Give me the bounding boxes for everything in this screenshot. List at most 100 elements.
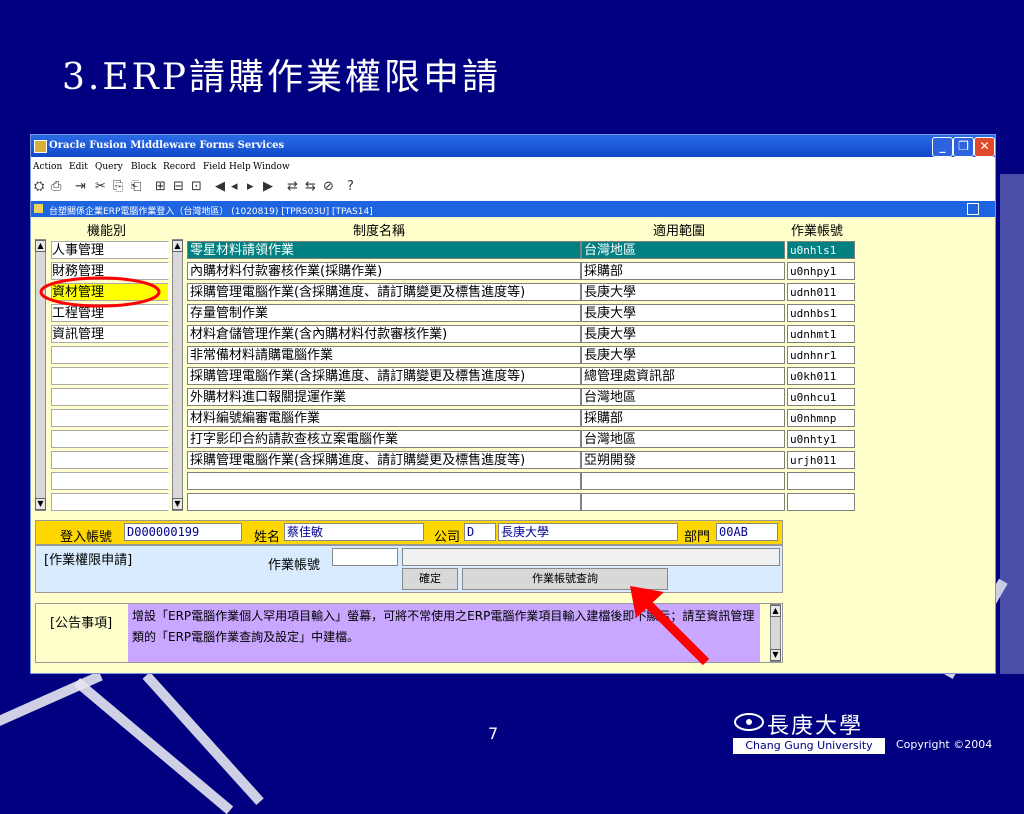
header-code: 作業帳號 (791, 224, 844, 239)
cancel-query-icon[interactable]: ⊘ (323, 179, 334, 194)
menu-query[interactable]: Query (95, 162, 123, 172)
menu-record[interactable]: Record (163, 162, 196, 172)
menu-field[interactable]: Field (203, 162, 226, 172)
category-item-empty[interactable] (51, 409, 169, 427)
row-name[interactable]: 採購管理電腦作業(含採購進度、請訂購變更及標售進度等) (187, 283, 581, 301)
previous-record-icon[interactable]: ◂ (231, 179, 238, 194)
row-scope[interactable]: 採購部 (581, 409, 785, 427)
row-scope[interactable]: 長庚大學 (581, 346, 785, 364)
row-scope[interactable]: 台灣地區 (581, 388, 785, 406)
row-name[interactable]: 材料編號編審電腦作業 (187, 409, 581, 427)
row-scope[interactable]: 長庚大學 (581, 283, 785, 301)
confirm-button[interactable]: 確定 (402, 568, 458, 590)
logo-english-name: Chang Gung University (733, 738, 885, 754)
insert-record-icon[interactable]: ⊞ (155, 179, 166, 194)
help-icon[interactable]: ? (347, 179, 354, 194)
row-code[interactable]: udnhnr1 (787, 346, 855, 364)
category-item-empty[interactable] (51, 388, 169, 406)
apply-section-label: [作業權限申請] (44, 553, 133, 568)
forms-window: Oracle Fusion Middleware Forms Services … (30, 134, 996, 674)
restore-icon[interactable] (967, 203, 979, 215)
row-name[interactable]: 存量管制作業 (187, 304, 581, 322)
category-item-empty[interactable] (51, 367, 169, 385)
cut-icon[interactable]: ✂ (95, 179, 106, 194)
rows-scroll-down-icon[interactable]: ▼ (172, 498, 183, 510)
row-name[interactable]: 零星材料請領作業 (187, 241, 581, 259)
category-item-empty[interactable] (51, 493, 169, 511)
company-code-field: D (464, 523, 496, 541)
row-scope[interactable]: 採購部 (581, 262, 785, 280)
notice-scroll-up-icon[interactable]: ▲ (770, 605, 781, 617)
delete-record-icon[interactable]: ⊟ (173, 179, 184, 194)
row-code[interactable]: udnh011 (787, 283, 855, 301)
form-body: 機能別 制度名稱 適用範圍 作業帳號 ▲ ▼ 人事管理 財務管理 資材管理 工程… (31, 217, 995, 673)
category-scroll-up-icon[interactable]: ▲ (35, 240, 46, 252)
header-category: 機能別 (87, 224, 127, 239)
menu-block[interactable]: Block (131, 162, 156, 172)
category-item[interactable]: 資訊管理 (51, 325, 169, 343)
row-code[interactable]: urjh011 (787, 451, 855, 469)
row-name-empty[interactable] (187, 472, 581, 490)
category-item-empty[interactable] (51, 346, 169, 364)
copy-icon[interactable]: ⎘ (113, 179, 123, 194)
row-name[interactable]: 材料倉儲管理作業(含內購材料付款審核作業) (187, 325, 581, 343)
category-scroll-down-icon[interactable]: ▼ (35, 498, 46, 510)
close-icon[interactable]: ✕ (974, 137, 995, 157)
enter-query-icon[interactable]: ⇄ (287, 179, 298, 194)
maximize-icon[interactable]: ❐ (953, 137, 974, 157)
row-scope-empty[interactable] (581, 472, 785, 490)
row-scope[interactable]: 台灣地區 (581, 430, 785, 448)
previous-block-icon[interactable]: ◀ (215, 179, 225, 194)
category-item-empty[interactable] (51, 472, 169, 490)
row-code[interactable]: u0nhpy1 (787, 262, 855, 280)
row-code[interactable]: udnhbs1 (787, 304, 855, 322)
row-name[interactable]: 內購材料付款審核作業(採購作業) (187, 262, 581, 280)
row-scope[interactable]: 總管理處資訊部 (581, 367, 785, 385)
row-name[interactable]: 採購管理電腦作業(含採購進度、請訂購變更及標售進度等) (187, 451, 581, 469)
rows-scroll-up-icon[interactable]: ▲ (172, 240, 183, 252)
rows-scrollbar[interactable] (172, 239, 183, 511)
category-item[interactable]: 人事管理 (51, 241, 169, 259)
next-record-icon[interactable]: ▸ (247, 179, 254, 194)
row-name[interactable]: 採購管理電腦作業(含採購進度、請訂購變更及標售進度等) (187, 367, 581, 385)
row-name[interactable]: 外購材料進口報關提運作業 (187, 388, 581, 406)
row-code[interactable]: u0kh011 (787, 367, 855, 385)
row-name[interactable]: 打字影印合約請款查核立案電腦作業 (187, 430, 581, 448)
row-code[interactable]: u0nhmnp (787, 409, 855, 427)
paste-icon[interactable]: ⎗ (131, 179, 141, 194)
row-scope[interactable]: 亞朔開發 (581, 451, 785, 469)
save-icon[interactable]: ⛭ (34, 179, 44, 194)
logo-emblem-icon (734, 713, 764, 731)
menu-help[interactable]: Help (229, 162, 251, 172)
exit-icon[interactable]: ⇥ (75, 179, 86, 194)
row-code[interactable]: u0nhty1 (787, 430, 855, 448)
menu-edit[interactable]: Edit (69, 162, 88, 172)
row-scope[interactable]: 台灣地區 (581, 241, 785, 259)
row-code[interactable]: udnhmt1 (787, 325, 855, 343)
row-name-empty[interactable] (187, 493, 581, 511)
copyright-text: Copyright ©2004 (896, 738, 993, 751)
account-input[interactable] (332, 548, 398, 566)
name-label: 姓名 (254, 530, 281, 545)
row-code-empty[interactable] (787, 472, 855, 490)
annotation-arrow (630, 586, 710, 666)
minimize-icon[interactable]: _ (932, 137, 953, 157)
menu-action[interactable]: Action (33, 162, 62, 172)
clear-record-icon[interactable]: ⊡ (191, 179, 202, 194)
execute-query-icon[interactable]: ⇆ (305, 179, 316, 194)
header-name: 制度名稱 (353, 224, 406, 239)
category-item-empty[interactable] (51, 430, 169, 448)
row-name[interactable]: 非常備材料請購電腦作業 (187, 346, 581, 364)
notice-scroll-down-icon[interactable]: ▼ (770, 649, 781, 661)
row-scope-empty[interactable] (581, 493, 785, 511)
row-scope[interactable]: 長庚大學 (581, 304, 785, 322)
menu-window[interactable]: Window (253, 162, 290, 172)
category-item-empty[interactable] (51, 451, 169, 469)
row-code[interactable]: u0nhls1 (787, 241, 855, 259)
row-code-empty[interactable] (787, 493, 855, 511)
row-scope[interactable]: 長庚大學 (581, 325, 785, 343)
window-title: Oracle Fusion Middleware Forms Services (49, 140, 285, 151)
print-icon[interactable]: ⎙ (51, 179, 61, 194)
row-code[interactable]: u0nhcu1 (787, 388, 855, 406)
next-block-icon[interactable]: ▶ (263, 179, 273, 194)
